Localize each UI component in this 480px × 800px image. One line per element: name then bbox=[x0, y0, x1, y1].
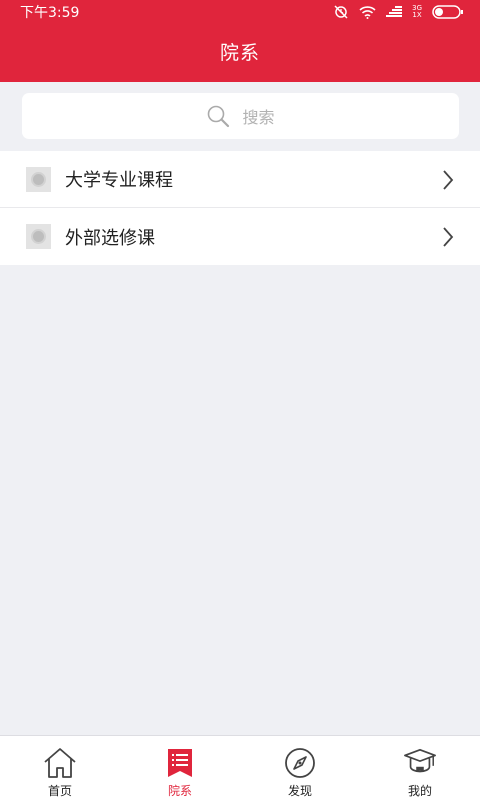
graduation-cap-icon bbox=[403, 747, 437, 779]
network-type: 3G 1X bbox=[412, 4, 422, 19]
list-item-label: 外部选修课 bbox=[65, 227, 155, 249]
course-thumbnail bbox=[26, 166, 51, 192]
tab-discover[interactable]: 发现 bbox=[240, 736, 360, 800]
chevron-right-icon bbox=[443, 170, 454, 190]
alarm-off-icon bbox=[334, 5, 348, 19]
list-bookmark-icon bbox=[163, 747, 197, 779]
chevron-right-icon bbox=[443, 227, 454, 247]
signal-icon bbox=[386, 6, 403, 17]
battery-icon bbox=[432, 5, 463, 19]
app-header: 下午3:59 3G 1X 院系 bbox=[0, 0, 480, 82]
compass-icon bbox=[283, 747, 317, 779]
status-time: 下午3:59 bbox=[20, 5, 80, 21]
bottom-tab-bar: 首页 院系 发现 我的 bbox=[0, 735, 480, 800]
tab-label: 首页 bbox=[47, 784, 72, 798]
status-icons: 3G 1X bbox=[333, 4, 464, 20]
tab-label: 我的 bbox=[407, 784, 432, 798]
list-item-label: 大学专业课程 bbox=[65, 170, 173, 191]
status-bar: 下午3:59 3G 1X bbox=[0, 0, 480, 24]
tab-label: 院系 bbox=[167, 784, 192, 798]
tab-label: 发现 bbox=[287, 784, 312, 798]
search-icon bbox=[208, 105, 230, 128]
tab-mine[interactable]: 我的 bbox=[360, 736, 480, 800]
course-list: 大学专业课程 外部选修课 bbox=[0, 151, 480, 265]
search-bar[interactable]: 搜索 bbox=[22, 93, 459, 139]
tab-department[interactable]: 院系 bbox=[120, 736, 240, 800]
list-item[interactable]: 大学专业课程 bbox=[0, 151, 480, 208]
search-placeholder[interactable]: 搜索 bbox=[242, 104, 274, 128]
list-item[interactable]: 外部选修课 bbox=[0, 208, 480, 265]
page-title: 院系 bbox=[219, 42, 260, 64]
home-icon bbox=[43, 747, 77, 779]
wifi-icon bbox=[359, 6, 376, 19]
course-thumbnail bbox=[26, 224, 51, 249]
tab-home[interactable]: 首页 bbox=[0, 736, 120, 800]
